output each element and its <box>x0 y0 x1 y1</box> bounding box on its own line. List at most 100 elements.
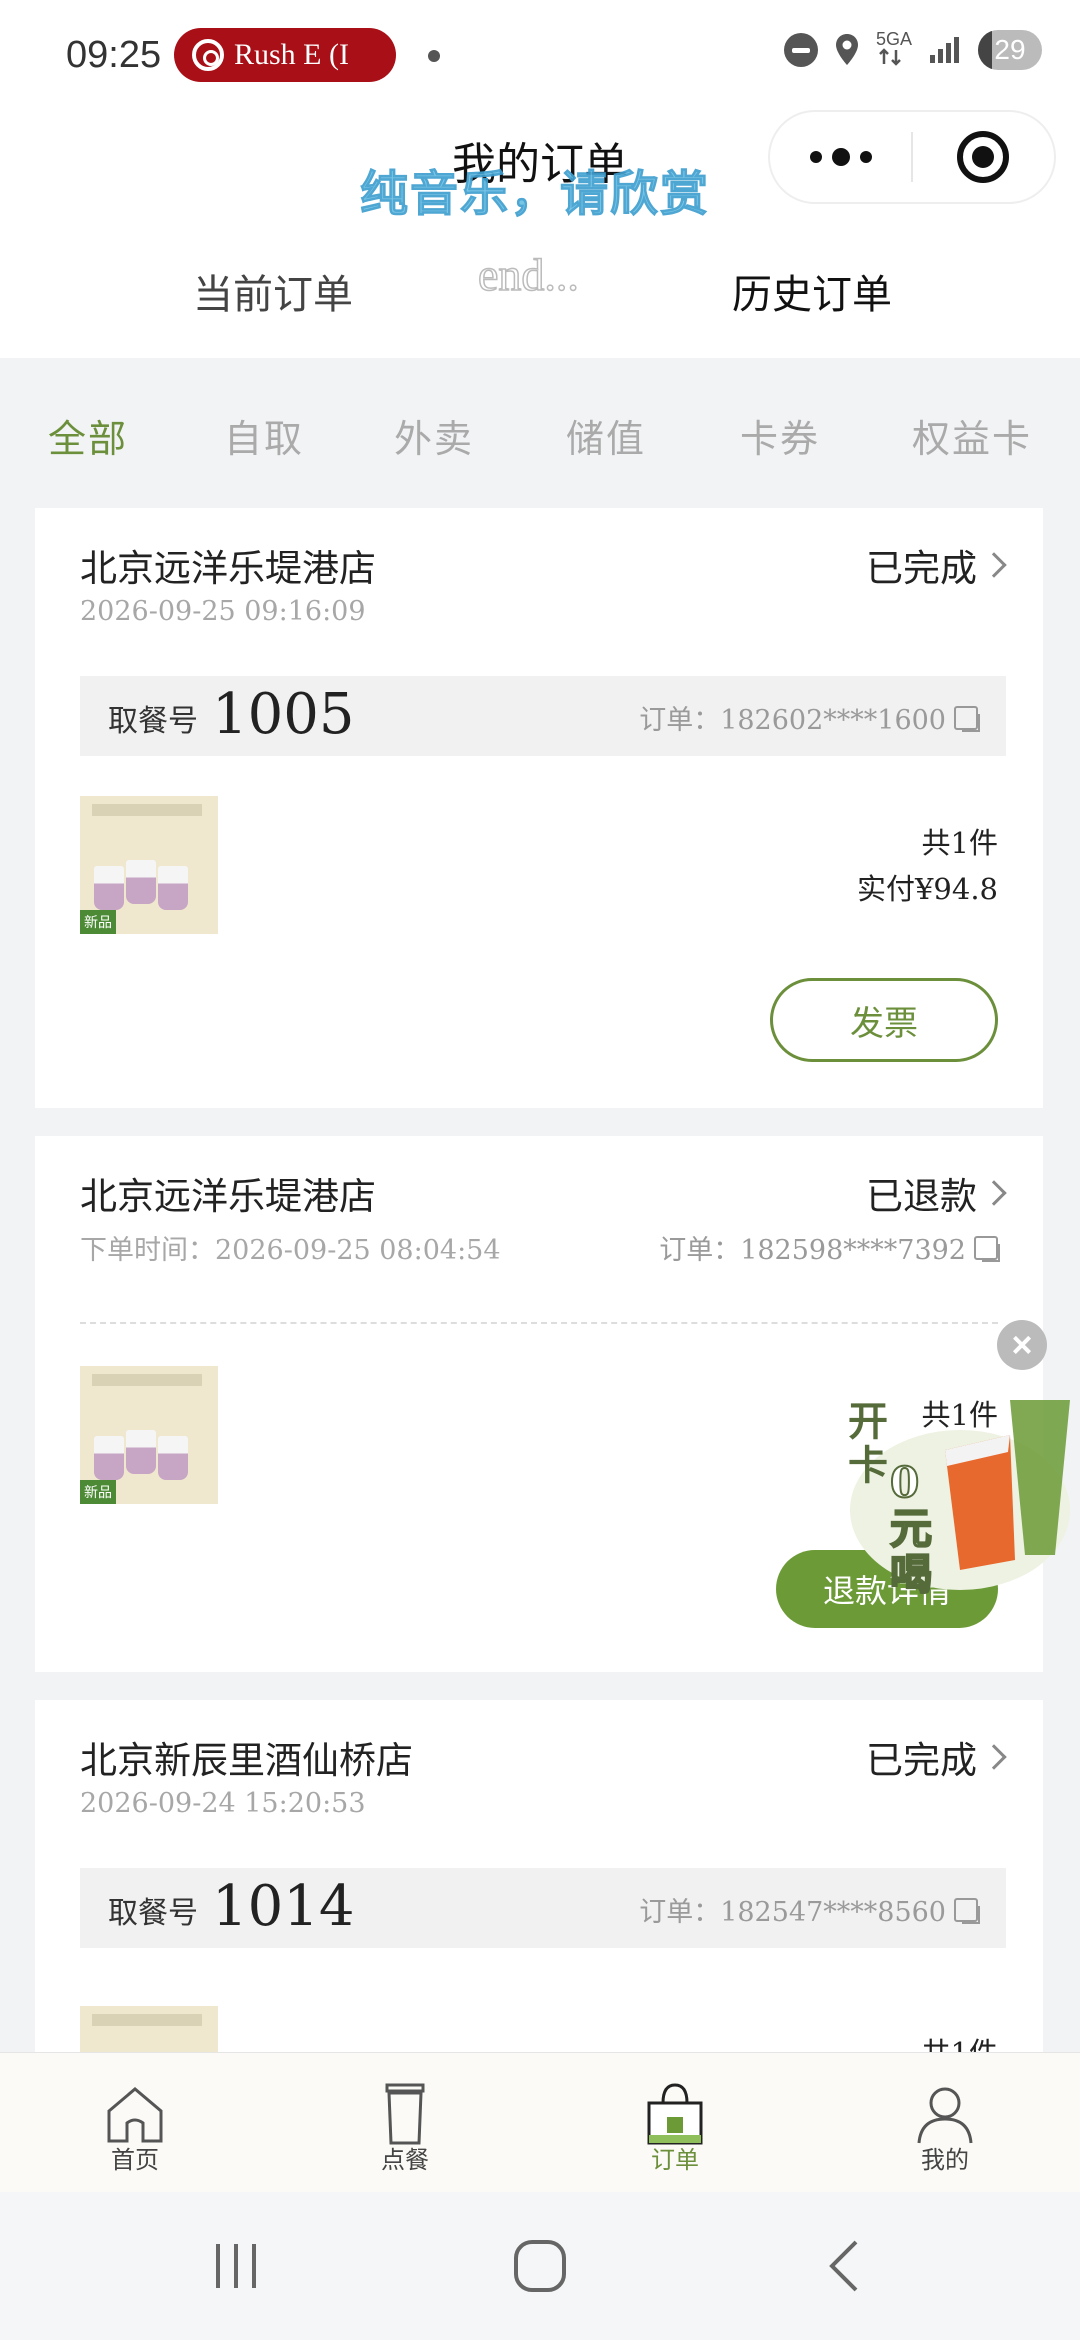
promo-floating-banner[interactable]: 开 卡 0元 喝 <box>840 1380 1080 1600</box>
chevron-right-icon <box>981 1744 1007 1770</box>
pickup-label: 取餐号 <box>108 704 198 739</box>
cup-image <box>94 866 124 910</box>
order-status-label: 已退款 <box>866 1175 977 1218</box>
user-icon <box>917 2087 973 2144</box>
store-name: 北京远洋乐堤港店 <box>80 547 376 590</box>
promo-text-free: 0元 喝 <box>889 1458 950 1599</box>
order-datetime: 2026-09-25 09:16:09 <box>80 596 366 627</box>
paid-amount: 实付¥94.8 <box>856 872 998 906</box>
home-icon <box>107 2087 163 2143</box>
chevron-right-icon <box>981 1180 1007 1206</box>
promo-drink: 喝 <box>889 1550 933 1599</box>
chevron-right-icon <box>981 552 1007 578</box>
signal-icon <box>930 37 959 63</box>
cup-image <box>94 1436 124 1480</box>
recent-apps-button[interactable] <box>136 2192 336 2340</box>
page-header: 我的订单 纯音乐，请欣赏 当前订单 end... 历史订单 <box>0 110 1080 358</box>
more-dot-icon <box>831 148 850 166</box>
category-tab-all[interactable]: 全部 <box>48 408 128 463</box>
more-dot-icon <box>859 151 872 163</box>
order-number: 订单：182598****7392 <box>659 1228 1000 1267</box>
do-not-disturb-icon <box>783 33 818 67</box>
category-tab-stored-value[interactable]: 储值 <box>566 408 646 463</box>
cup-image <box>126 1430 156 1474</box>
target-icon <box>957 131 1010 183</box>
battery-level: 29 <box>994 34 1026 65</box>
order-number-text: 订单：182602****1600 <box>639 705 946 736</box>
nav-profile[interactable]: 我的 <box>810 2053 1080 2193</box>
order-status[interactable]: 已完成 <box>866 1730 1007 1784</box>
nav-orders-label: 订单 <box>651 2146 699 2174</box>
system-navigation-bar <box>0 2192 1080 2340</box>
back-arrow-icon <box>829 2240 858 2292</box>
back-button[interactable] <box>744 2192 944 2340</box>
category-tab-benefit-card[interactable]: 权益卡 <box>912 408 1032 463</box>
nav-order-food[interactable]: 点餐 <box>270 2053 540 2193</box>
order-datetime: 2026-09-24 15:20:53 <box>80 1788 366 1819</box>
home-button[interactable] <box>440 2192 640 2340</box>
cup-image <box>158 866 188 910</box>
status-bar: 09:25 Rush E (I 5GA 29 <box>0 0 1080 110</box>
tab-current-orders[interactable]: 当前订单 <box>193 262 353 320</box>
music-playing-pill[interactable]: Rush E (I <box>174 28 396 82</box>
recent-apps-icon <box>216 2244 256 2288</box>
order-datetime: 下单时间：2026-09-25 08:04:54 <box>80 1235 501 1266</box>
data-arrows-icon <box>879 48 901 66</box>
category-tabs: 全部 自取 外卖 储值 卡券 权益卡 <box>0 358 1080 508</box>
close-mini-program-button[interactable] <box>913 131 1054 183</box>
music-app-icon <box>192 39 224 71</box>
category-tab-coupons[interactable]: 卡券 <box>740 408 820 463</box>
copy-icon[interactable] <box>954 705 980 732</box>
pickup-number: 1005 <box>212 682 355 747</box>
category-tab-pickup[interactable]: 自取 <box>224 408 304 463</box>
cup-image <box>126 860 156 904</box>
end-overlay: end... <box>477 248 579 301</box>
order-card[interactable]: 北京远洋乐堤港店 已完成 2026-09-25 09:16:09 取餐号 100… <box>35 508 1043 1108</box>
pickup-number: 1014 <box>212 1874 355 1939</box>
status-icons: 5GA 29 <box>783 30 1042 70</box>
cup-icon <box>385 2083 425 2145</box>
cup-image <box>158 1436 188 1480</box>
pickup-label: 取餐号 <box>108 1896 198 1931</box>
invoice-button[interactable]: 发票 <box>770 978 998 1062</box>
new-badge: 新品 <box>80 910 116 934</box>
location-icon <box>835 34 858 65</box>
bag-icon <box>647 2083 703 2145</box>
copy-icon[interactable] <box>954 1897 980 1924</box>
product-thumbnail: 新品 <box>80 1366 218 1504</box>
battery-indicator: 29 <box>978 30 1042 70</box>
pickup-box: 取餐号 1005 订单：182602****1600 <box>80 676 1006 756</box>
more-button[interactable] <box>770 148 911 166</box>
order-number-text: 订单：182547****8560 <box>639 1897 946 1928</box>
copy-icon[interactable] <box>974 1235 1000 1262</box>
nav-home[interactable]: 首页 <box>0 2053 270 2193</box>
nav-orders[interactable]: 订单 <box>540 2053 810 2193</box>
home-circle-icon <box>514 2240 566 2292</box>
order-number: 订单：182602****1600 <box>639 698 980 737</box>
promo-line1: 开 <box>848 1398 888 1445</box>
order-card[interactable]: 北京新辰里酒仙桥店 已完成 2026-09-24 15:20:53 取餐号 10… <box>35 1700 1043 2144</box>
promo-text-open: 开 卡 <box>848 1400 888 1488</box>
new-badge: 新品 <box>80 1480 116 1504</box>
bottom-nav: 首页 点餐 订单 我的 <box>0 2052 1080 2192</box>
product-thumbnail: 新品 <box>80 796 218 934</box>
music-title: Rush E (I <box>234 38 349 71</box>
promo-line2: 卡 <box>848 1442 888 1489</box>
nav-order-food-label: 点餐 <box>381 2146 429 2174</box>
network-indicator: 5GA <box>876 30 912 70</box>
category-tab-delivery[interactable]: 外卖 <box>394 408 474 463</box>
order-status[interactable]: 已完成 <box>866 538 1007 592</box>
more-dot-icon <box>809 151 822 163</box>
promo-close-button[interactable]: × <box>997 1320 1047 1370</box>
nav-profile-label: 我的 <box>921 2146 969 2174</box>
item-count: 共1件 <box>921 826 998 860</box>
order-status[interactable]: 已退款 <box>866 1166 1007 1220</box>
promo-price: 0元 <box>889 1458 933 1553</box>
store-name: 北京远洋乐堤港店 <box>80 1175 376 1218</box>
tab-history-orders[interactable]: 历史订单 <box>732 262 892 320</box>
product-header-strip <box>92 1374 202 1386</box>
divider <box>80 1322 998 1324</box>
order-status-label: 已完成 <box>866 1739 977 1782</box>
notification-dot <box>428 50 440 62</box>
lyric-overlay: 纯音乐，请欣赏 <box>359 166 711 223</box>
